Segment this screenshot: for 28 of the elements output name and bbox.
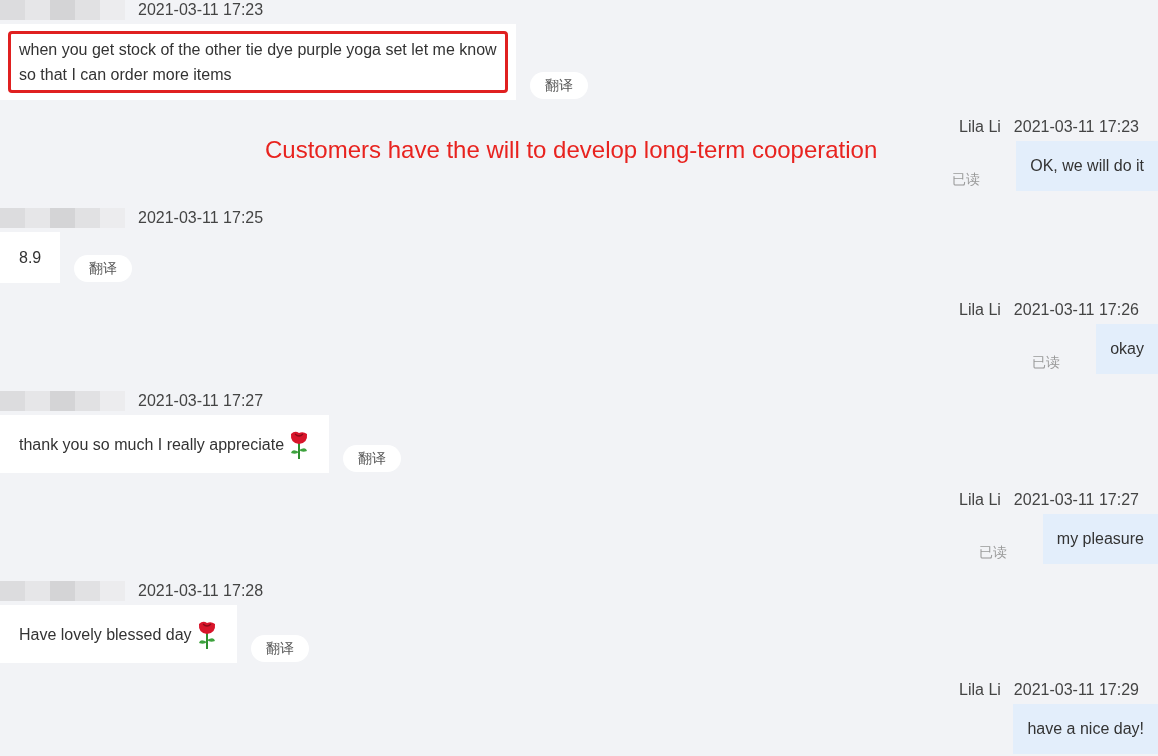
annotation-text: Customers have the will to develop long-term cooperation bbox=[265, 136, 878, 164]
message-bubble: have a nice day! bbox=[1013, 704, 1158, 754]
highlighted-message-text: when you get stock of the other tie dye purple yoga set let me know so that I can order more items bbox=[8, 31, 508, 93]
sender-name: Lila Li bbox=[959, 491, 1001, 509]
read-status: 已读 bbox=[978, 544, 1007, 562]
translate-button[interactable]: 翻译 bbox=[529, 72, 588, 99]
translate-button[interactable]: 翻译 bbox=[74, 255, 133, 282]
read-status: 已读 bbox=[952, 171, 981, 189]
message-text: Have lovely blessed day bbox=[8, 612, 229, 656]
message-time: 2021-03-11 17:25 bbox=[138, 209, 264, 227]
message-bubble: okay bbox=[1096, 324, 1158, 374]
message-bubble: my pleasure bbox=[1042, 514, 1158, 564]
message-time: 2021-03-11 17:23 bbox=[1013, 118, 1139, 136]
read-status: 已读 bbox=[1032, 354, 1061, 372]
message-time: 2021-03-11 17:26 bbox=[1013, 301, 1139, 319]
sender-name: Lila Li bbox=[959, 301, 1001, 319]
sender-name: Lila Li bbox=[959, 681, 1001, 699]
sender-name: Lila Li bbox=[959, 118, 1001, 136]
message-time: 2021-03-11 17:29 bbox=[1013, 681, 1139, 699]
message-time: 2021-03-11 17:23 bbox=[138, 1, 264, 19]
message-time: 2021-03-11 17:27 bbox=[1013, 491, 1139, 509]
message-time: 2021-03-11 17:28 bbox=[138, 582, 264, 600]
message-bubble: OK, we will do it bbox=[1016, 141, 1158, 191]
translate-button[interactable]: 翻译 bbox=[250, 635, 309, 662]
message-time: 2021-03-11 17:27 bbox=[138, 392, 264, 410]
translate-button[interactable]: 翻译 bbox=[343, 445, 402, 472]
message-text: thank you so much I really appreciate bbox=[8, 422, 322, 466]
message-text: 8.9 bbox=[18, 248, 43, 268]
